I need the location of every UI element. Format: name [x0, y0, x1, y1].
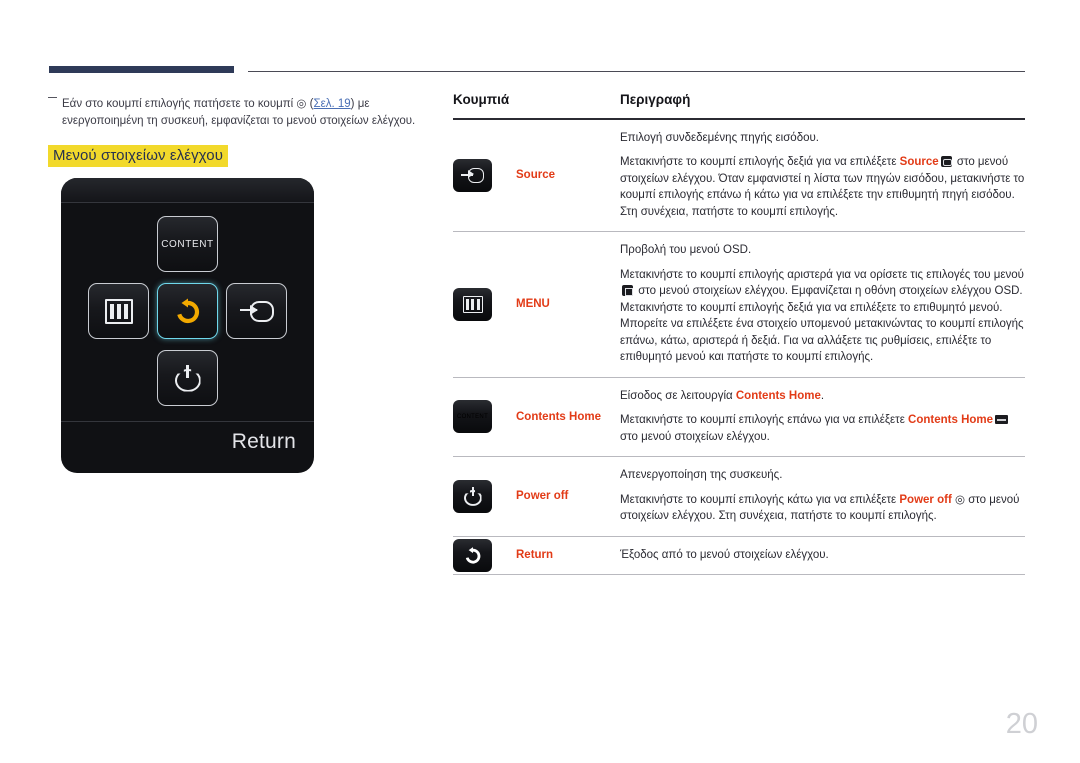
description-paragraph: Απενεργοποίηση της συσκευής.	[620, 469, 783, 482]
panel-key-power[interactable]	[157, 350, 218, 406]
note-text-before: Εάν στο κουμπί επιλογής πατήσετε το κουμ…	[62, 98, 314, 110]
table-header-row: Κουμπιά Περιγραφή	[453, 92, 1025, 118]
note-block: Εάν στο κουμπί επιλογής πατήσετε το κουμ…	[48, 96, 443, 130]
column-header-buttons: Κουμπιά	[453, 92, 510, 107]
menu-icon	[104, 298, 133, 324]
row-button-name: Return	[516, 549, 554, 562]
content-mini-icon	[995, 415, 1009, 425]
note-dash-icon	[48, 97, 57, 98]
manual-page: Εάν στο κουμπί επιλογής πατήσετε το κουμ…	[0, 0, 1080, 763]
row-icon-cell: CONTENT	[453, 400, 516, 434]
table-row: MENU Προβολή του μενού OSD. Μετακινήστε το…	[453, 232, 1025, 377]
description-paragraph: Μετακινήστε το κουμπί επιλογής δεξιά για…	[620, 156, 1025, 218]
source-icon	[461, 167, 484, 183]
button-key-source	[453, 158, 492, 192]
control-panel-illustration: CONTENT Return	[61, 178, 314, 473]
page-number: 20	[1005, 708, 1038, 740]
source-mini-icon	[940, 156, 952, 168]
header-rule	[248, 71, 1025, 72]
term-highlight: Contents Home	[908, 414, 994, 427]
page-reference-link[interactable]: Σελ. 19	[314, 98, 351, 110]
table-row: Power off Απενεργοποίηση της συσκευής. Μετ…	[453, 457, 1025, 536]
menu-icon	[462, 295, 483, 313]
row-description: Προβολή του μενού OSD. Μετακινήστε το κου…	[620, 232, 1025, 377]
row-button-name: Contents Home	[516, 410, 601, 423]
panel-divider-top	[61, 202, 314, 203]
header-accent-bar	[49, 66, 234, 73]
panel-divider-bottom	[61, 421, 314, 422]
row-icon-cell	[453, 538, 516, 572]
row-icon-cell	[453, 158, 516, 192]
power-icon	[174, 364, 201, 392]
note-text: Εάν στο κουμπί επιλογής πατήσετε το κουμ…	[48, 96, 443, 130]
return-icon	[173, 297, 203, 325]
table-body: Source Επιλογή συνδεδεμένης πηγής εισόδου…	[453, 120, 1025, 576]
return-icon	[463, 546, 483, 565]
source-icon	[239, 300, 274, 322]
description-paragraph: Προβολή του μενού OSD.	[620, 244, 752, 257]
row-description: Είσοδος σε λειτουργία Contents Home. Μετα…	[620, 378, 1025, 457]
buttons-table: Κουμπιά Περιγραφή Source Επιλογή συνδεδεμ…	[453, 92, 1025, 576]
description-paragraph: Μετακινήστε το κουμπί επιλογής επάνω για…	[620, 412, 1025, 445]
table-row: CONTENT Contents Home Είσοδος σε λειτουργί…	[453, 378, 1025, 457]
row-icon-cell	[453, 479, 516, 513]
button-key-contents-home: CONTENT	[453, 400, 492, 434]
description-paragraph: Μετακινήστε το κουμπί επιλογής αριστερά …	[620, 268, 1024, 364]
row-description: Απενεργοποίηση της συσκευής. Μετακινήστε …	[620, 457, 1025, 536]
table-row: Return Έξοδος από το μενού στοιχείων ελέγ…	[453, 537, 1025, 575]
term-highlight: Source	[899, 156, 939, 169]
section-heading: Μενού στοιχείων ελέγχου	[48, 145, 229, 167]
row-divider	[453, 574, 1025, 576]
menu-mini-icon	[622, 285, 633, 297]
panel-key-return[interactable]	[157, 283, 218, 339]
row-button-name: Power off	[516, 490, 569, 503]
content-key-label: CONTENT	[161, 238, 214, 250]
column-header-description: Περιγραφή	[620, 92, 691, 107]
row-description: Έξοδος από το μενού στοιχείων ελέγχου.	[620, 537, 1025, 575]
row-button-name: MENU	[516, 298, 550, 311]
panel-top-sheen	[61, 178, 314, 202]
button-key-return	[453, 538, 492, 572]
panel-key-content[interactable]: CONTENT	[157, 216, 218, 272]
button-key-menu	[453, 287, 492, 321]
power-icon	[463, 486, 482, 506]
term-highlight: Power off	[899, 493, 952, 506]
table-row: Source Επιλογή συνδεδεμένης πηγής εισόδου…	[453, 120, 1025, 232]
description-paragraph: Επιλογή συνδεδεμένης πηγής εισόδου.	[620, 131, 819, 144]
term-highlight: Contents Home	[735, 389, 821, 402]
panel-return-label: Return	[231, 430, 296, 453]
panel-key-menu[interactable]	[88, 283, 149, 339]
description-paragraph: Είσοδος σε λειτουργία Contents Home.	[620, 389, 825, 402]
row-button-name: Source	[516, 169, 555, 182]
row-icon-cell	[453, 287, 516, 321]
panel-key-source[interactable]	[226, 283, 287, 339]
description-paragraph: Έξοδος από το μενού στοιχείων ελέγχου.	[620, 548, 829, 561]
description-paragraph: Μετακινήστε το κουμπί επιλογής κάτω για …	[620, 493, 1020, 523]
button-key-power-off	[453, 479, 492, 513]
content-icon: CONTENT	[456, 413, 489, 420]
row-description: Επιλογή συνδεδεμένης πηγής εισόδου. Μετακ…	[620, 120, 1025, 232]
